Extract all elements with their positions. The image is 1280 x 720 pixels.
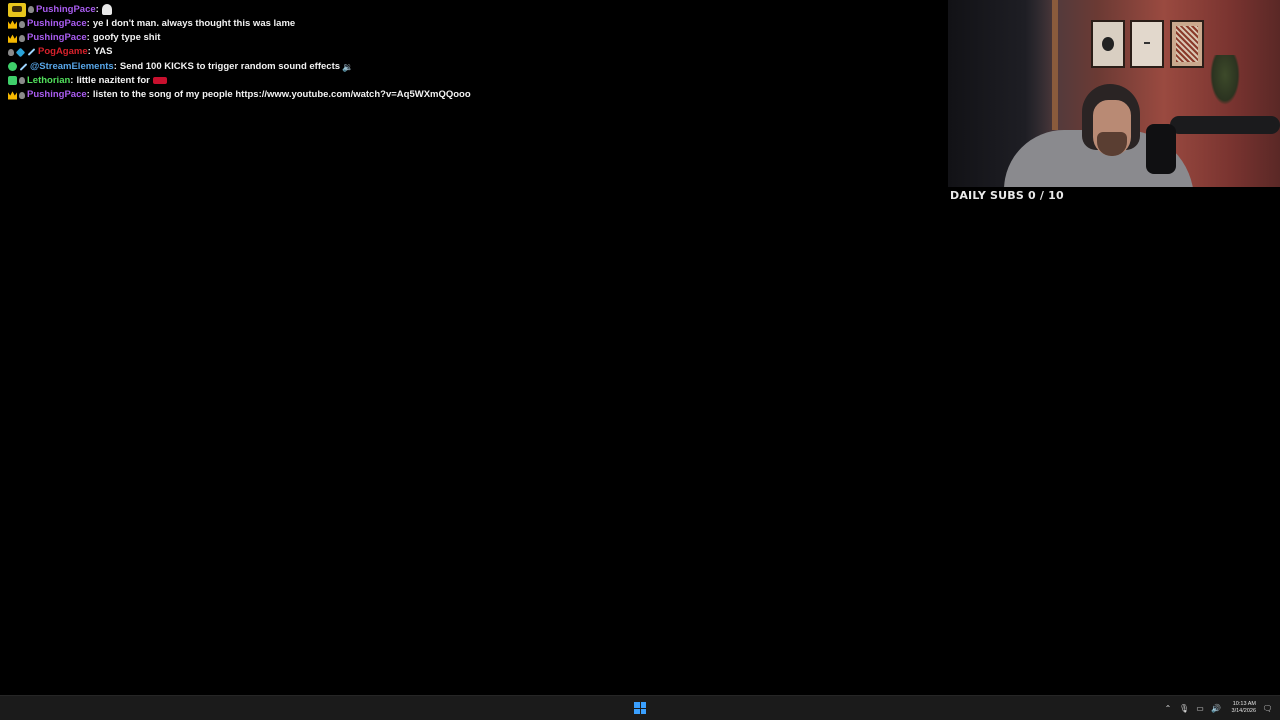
badge-icon xyxy=(28,6,34,13)
chat-text: YAS xyxy=(93,46,113,58)
avatar-badge-icon xyxy=(8,2,26,17)
wall-frame xyxy=(1170,20,1204,68)
chat-username: PogAgame xyxy=(38,46,88,58)
badge-icon xyxy=(19,34,25,42)
webcam-feed xyxy=(948,0,1280,187)
microphone-icon[interactable]: 🎙 xyxy=(1179,702,1189,714)
chat-text: listen to the song of my people https://… xyxy=(92,89,471,101)
ghost-emote-icon xyxy=(101,4,112,15)
speaker-emote-icon: 🔉 xyxy=(342,61,354,72)
sword-badge-icon xyxy=(19,62,28,71)
badges xyxy=(8,76,25,86)
mic-arm xyxy=(1170,116,1280,134)
chat-message: PogAgame : YAS xyxy=(8,45,628,59)
badges xyxy=(8,34,25,43)
chat-overlay: PushingPace : PushingPace : ye I don't m… xyxy=(8,2,628,102)
gear-badge-icon xyxy=(8,62,17,72)
chat-username: PushingPace xyxy=(27,89,87,101)
chat-username: PushingPace xyxy=(27,18,87,30)
chevron-up-icon[interactable]: ⌃ xyxy=(1164,702,1173,714)
chat-username: Lethorian xyxy=(27,74,71,86)
clock-date: 3/14/2026 xyxy=(1231,708,1256,714)
crown-badge-icon xyxy=(8,91,17,100)
chat-message: @StreamElements : Send 100 KICKS to trig… xyxy=(8,60,628,74)
chat-separator: : xyxy=(87,46,91,58)
system-tray: ⌃ 🎙 ▭ 🔊 10:13 AM 3/14/2026 🗨 xyxy=(1164,696,1273,720)
chat-message: PushingPace : goofy type shit xyxy=(8,31,628,45)
badge-icon xyxy=(19,91,25,99)
eye-art-icon xyxy=(1102,37,1114,51)
badges xyxy=(8,2,34,17)
network-icon[interactable]: ▭ xyxy=(1196,702,1205,714)
stream-screen: PushingPace : PushingPace : ye I don't m… xyxy=(0,0,1280,720)
chat-text: goofy type shit xyxy=(92,32,161,44)
volume-icon[interactable]: 🔊 xyxy=(1211,702,1221,714)
clock-time: 10:13 AM xyxy=(1232,701,1256,707)
windows-start-icon[interactable] xyxy=(634,702,646,714)
badges xyxy=(8,91,25,100)
door-frame xyxy=(1052,0,1058,130)
chat-separator: : xyxy=(113,60,117,72)
notification-icon[interactable]: 🗨 xyxy=(1262,702,1272,714)
chat-username: PushingPace xyxy=(27,32,87,44)
chat-separator: : xyxy=(86,32,90,44)
chat-message: Lethorian : little nazitent for xyxy=(8,74,628,88)
chat-text: Send 100 KICKS to trigger random sound e… xyxy=(119,60,341,72)
daily-subs-goal: DAILY SUBS 0 / 10 xyxy=(950,189,1064,202)
badge-icon xyxy=(19,20,25,28)
taskbar: ⌃ 🎙 ▭ 🔊 10:13 AM 3/14/2026 🗨 xyxy=(0,695,1280,720)
badges xyxy=(8,47,36,58)
minimal-art xyxy=(1144,42,1150,44)
chat-separator: : xyxy=(86,89,90,101)
sword-badge-icon xyxy=(27,48,36,57)
crown-badge-icon xyxy=(8,34,17,43)
chat-separator: : xyxy=(95,3,99,15)
red-emote-icon xyxy=(152,77,167,85)
cube-badge-icon xyxy=(15,47,26,58)
grid-badge-icon xyxy=(8,76,17,86)
chat-username: PushingPace xyxy=(36,3,96,15)
wall-frame xyxy=(1130,20,1164,68)
chat-separator: : xyxy=(70,74,74,86)
badges xyxy=(8,20,25,29)
pattern-art xyxy=(1176,26,1198,62)
crown-badge-icon xyxy=(8,20,17,29)
chat-text: little nazitent for xyxy=(76,74,150,86)
badges xyxy=(8,62,28,72)
chat-message: PushingPace : xyxy=(8,2,628,17)
chat-username: @StreamElements xyxy=(30,60,114,72)
chat-message: PushingPace : listen to the song of my p… xyxy=(8,88,628,102)
clock[interactable]: 10:13 AM 3/14/2026 xyxy=(1232,701,1256,715)
wall-frame xyxy=(1091,20,1125,68)
chat-text: ye I don't man. always thought this was … xyxy=(92,18,296,30)
chat-separator: : xyxy=(86,18,90,30)
microphone xyxy=(1146,124,1176,174)
badge-icon xyxy=(19,77,25,85)
badge-icon xyxy=(8,48,14,56)
chat-message: PushingPace : ye I don't man. always tho… xyxy=(8,17,628,31)
plant xyxy=(1210,55,1240,105)
